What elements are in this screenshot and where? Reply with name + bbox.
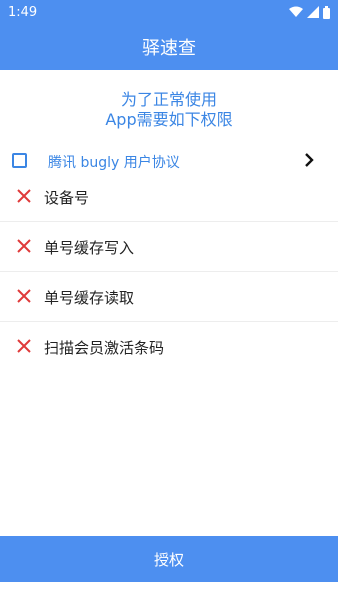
denied-icon [17, 239, 31, 253]
signal-icon [307, 6, 319, 18]
status-bar: 1:49 [0, 0, 338, 24]
denied-icon [17, 339, 31, 353]
chevron-right-icon[interactable] [304, 152, 314, 168]
permission-intro: 为了正常使用 App需要如下权限 [0, 90, 338, 130]
permission-item-scan-barcode: 扫描会员激活条码 [0, 322, 338, 372]
permission-label: 单号缓存读取 [44, 289, 135, 307]
status-icons [289, 5, 330, 19]
battery-icon [323, 5, 330, 19]
permission-item-cache-read: 单号缓存读取 [0, 272, 338, 322]
permission-item-cache-write: 单号缓存写入 [0, 222, 338, 272]
permission-label: 单号缓存写入 [44, 239, 135, 257]
agreement-link[interactable]: 腾讯 bugly 用户协议 [48, 152, 180, 172]
page-title: 驿速查 [142, 38, 196, 59]
agreement-checkbox[interactable] [12, 153, 27, 168]
wifi-icon [289, 6, 303, 17]
authorize-button[interactable]: 授权 [0, 536, 338, 582]
permission-item-device-id: 设备号 [0, 172, 338, 222]
permission-label: 设备号 [44, 189, 90, 207]
intro-line-1: 为了正常使用 [120, 90, 217, 109]
navigation-bar [0, 582, 338, 600]
status-time: 1:49 [8, 4, 38, 20]
app-bar: 驿速查 [0, 24, 338, 70]
permission-label: 扫描会员激活条码 [44, 339, 165, 357]
denied-icon [17, 189, 31, 203]
agreement-row[interactable]: 腾讯 bugly 用户协议 [0, 148, 338, 174]
intro-line-2: App需要如下权限 [105, 110, 233, 129]
denied-icon [17, 289, 31, 303]
